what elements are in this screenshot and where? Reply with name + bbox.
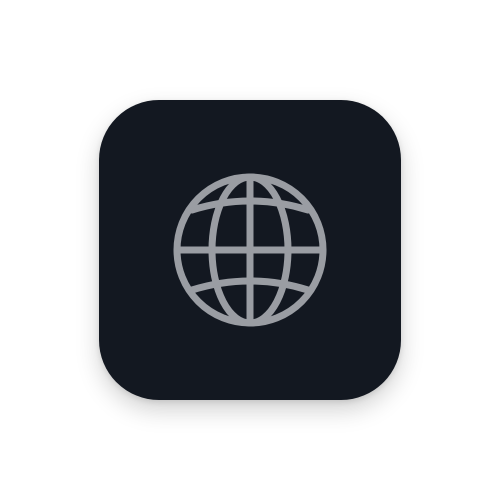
canvas xyxy=(0,0,500,500)
app-icon-tile[interactable] xyxy=(99,100,401,400)
globe-icon xyxy=(173,173,327,327)
